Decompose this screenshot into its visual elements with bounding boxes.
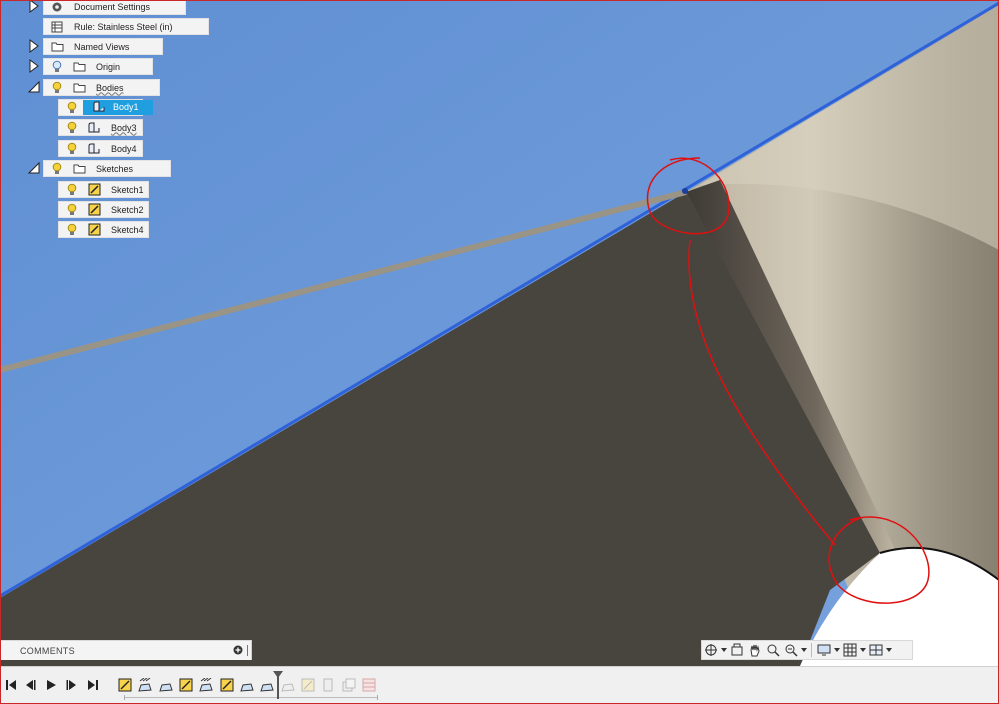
timeline-tick bbox=[124, 695, 125, 700]
orbit-dropdown-icon[interactable] bbox=[720, 642, 728, 658]
sheet-body-icon bbox=[87, 142, 101, 156]
body4-node[interactable]: Body4 bbox=[58, 140, 143, 157]
lightbulb-off-icon[interactable] bbox=[50, 60, 64, 74]
folder-icon bbox=[72, 60, 86, 74]
timeline-sketch-feature[interactable] bbox=[118, 678, 134, 694]
named-views-node[interactable]: Named Views bbox=[43, 38, 163, 55]
comments-panel[interactable]: COMMENTS bbox=[0, 640, 252, 660]
orbit-icon[interactable] bbox=[702, 642, 720, 658]
lightbulb-on-icon[interactable] bbox=[65, 183, 79, 197]
timeline-flange-feature[interactable] bbox=[159, 678, 175, 694]
body1-node[interactable]: Body1 bbox=[58, 99, 153, 116]
folder-icon bbox=[72, 162, 86, 176]
browser-item-label: Body4 bbox=[111, 143, 137, 154]
expand-triangle-icon[interactable] bbox=[28, 59, 40, 73]
browser-item-label-selected: Body1 bbox=[83, 100, 153, 115]
timeline-flange-feature[interactable] bbox=[138, 677, 154, 694]
step-back-icon[interactable] bbox=[22, 677, 38, 693]
body3-node[interactable]: Body3 bbox=[58, 119, 143, 136]
sketches-node[interactable]: Sketches bbox=[43, 160, 171, 177]
go-to-start-icon[interactable] bbox=[3, 677, 19, 693]
comments-title: COMMENTS bbox=[20, 646, 75, 656]
sketch-icon bbox=[87, 183, 101, 197]
document-settings-node[interactable]: Document Settings bbox=[43, 0, 186, 15]
expand-triangle-icon[interactable] bbox=[28, 0, 40, 13]
look-at-icon[interactable] bbox=[728, 642, 746, 658]
timeline-sketch-feature[interactable] bbox=[220, 678, 236, 694]
lightbulb-on-icon[interactable] bbox=[65, 121, 79, 135]
lightbulb-on-icon[interactable] bbox=[50, 162, 64, 176]
fit-icon[interactable] bbox=[782, 642, 800, 658]
collapse-triangle-icon[interactable] bbox=[28, 80, 40, 94]
browser-item-label: Document Settings bbox=[74, 1, 151, 12]
sketch2-node[interactable]: Sketch2 bbox=[58, 201, 149, 218]
lightbulb-on-icon[interactable] bbox=[65, 223, 79, 237]
timeline-track bbox=[124, 697, 377, 698]
viewports-icon[interactable] bbox=[867, 642, 885, 658]
panel-resize-grip[interactable] bbox=[247, 645, 251, 656]
timeline-suppressed-feature[interactable] bbox=[321, 678, 337, 694]
lightbulb-on-icon[interactable] bbox=[65, 203, 79, 217]
browser-item-label: Sketch2 bbox=[111, 204, 144, 215]
grid-icon[interactable] bbox=[841, 642, 859, 658]
sketch-icon bbox=[87, 203, 101, 217]
browser-item-label: Sketch4 bbox=[111, 224, 144, 235]
sheet-body-icon bbox=[87, 121, 101, 135]
folder-icon bbox=[72, 81, 86, 95]
browser-item-label: Rule: Stainless Steel (in) bbox=[74, 21, 173, 32]
vertex-point[interactable] bbox=[682, 188, 688, 194]
lightbulb-on-icon[interactable] bbox=[50, 81, 64, 95]
timeline-tick bbox=[377, 695, 378, 700]
timeline-sketch-feature[interactable] bbox=[179, 678, 195, 694]
pan-icon[interactable] bbox=[746, 642, 764, 658]
folder-icon bbox=[50, 40, 64, 54]
sketch4-node[interactable]: Sketch4 bbox=[58, 221, 149, 238]
body1-label: Body1 bbox=[113, 101, 139, 112]
zoom-window-icon[interactable] bbox=[764, 642, 782, 658]
timeline-flange-feature[interactable] bbox=[199, 677, 215, 694]
zoom-dropdown-icon[interactable] bbox=[800, 642, 808, 658]
browser-item-label: Body3 bbox=[111, 122, 137, 133]
sheet-metal-rule-icon bbox=[50, 20, 64, 34]
timeline-suppressed-feature[interactable] bbox=[342, 678, 358, 694]
gear-icon bbox=[50, 0, 64, 14]
viewports-dropdown-icon[interactable] bbox=[885, 642, 893, 658]
sketch1-node[interactable]: Sketch1 bbox=[58, 181, 149, 198]
display-dropdown-icon[interactable] bbox=[833, 642, 841, 658]
timeline-flange-feature[interactable] bbox=[240, 678, 256, 694]
browser-item-label: Bodies bbox=[96, 82, 124, 93]
browser-item-label: Sketches bbox=[96, 163, 134, 174]
bodies-node[interactable]: Bodies bbox=[43, 79, 160, 96]
timeline-suppressed-sketch-feature[interactable] bbox=[301, 678, 317, 694]
sketch-icon bbox=[87, 223, 101, 237]
expand-triangle-icon[interactable] bbox=[28, 39, 40, 53]
timeline-bar bbox=[0, 666, 999, 704]
timeline-marker[interactable] bbox=[273, 671, 283, 699]
navigation-bar bbox=[701, 640, 913, 660]
timeline-flange-feature[interactable] bbox=[260, 678, 276, 694]
go-to-end-icon[interactable] bbox=[85, 677, 101, 693]
origin-node[interactable]: Origin bbox=[43, 58, 153, 75]
step-forward-icon[interactable] bbox=[64, 677, 80, 693]
rule-node[interactable]: Rule: Stainless Steel (in) bbox=[43, 18, 209, 35]
lightbulb-on-icon[interactable] bbox=[65, 142, 79, 156]
browser-item-label: Named Views bbox=[74, 41, 130, 52]
collapse-triangle-icon[interactable] bbox=[28, 161, 40, 175]
timeline-suppressed-group-feature[interactable] bbox=[362, 678, 378, 694]
browser-item-label: Sketch1 bbox=[111, 184, 144, 195]
browser-item-label: Origin bbox=[96, 61, 121, 72]
canvas-viewport[interactable]: Document Settings Rule: Stainless Steel … bbox=[0, 0, 999, 666]
lightbulb-on-icon[interactable] bbox=[65, 101, 79, 115]
display-settings-icon[interactable] bbox=[815, 642, 833, 658]
add-comment-icon[interactable] bbox=[233, 645, 243, 655]
grid-dropdown-icon[interactable] bbox=[859, 642, 867, 658]
play-icon[interactable] bbox=[43, 677, 59, 693]
navbar-separator bbox=[811, 643, 812, 657]
sheet-body-icon bbox=[93, 101, 105, 114]
timeline-suppressed-feature[interactable] bbox=[281, 678, 297, 694]
